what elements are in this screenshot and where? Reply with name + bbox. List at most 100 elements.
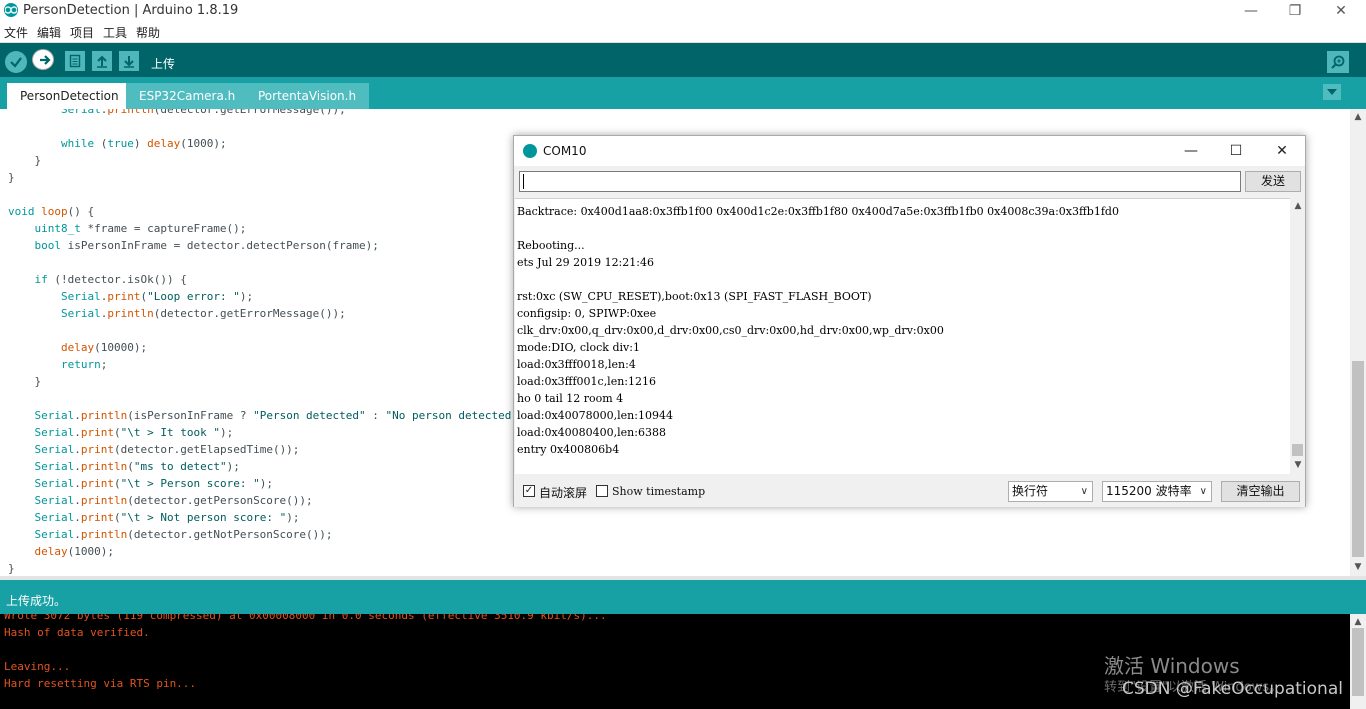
autoscroll-label: 自动滚屏 xyxy=(539,486,588,500)
code-line: delay(1000); xyxy=(34,545,114,558)
serial-output-line: load:0x3fff001c,len:1216 xyxy=(517,375,656,388)
menu-item-file[interactable]: 文件 xyxy=(4,24,28,41)
serial-input-field[interactable] xyxy=(519,171,1241,192)
arrow-down-icon xyxy=(124,56,134,68)
scroll-down-icon[interactable]: ▼ xyxy=(1353,562,1363,572)
menu-item-edit[interactable]: 编辑 xyxy=(37,24,61,41)
serial-output-line: rst:0xc (SW_CPU_RESET),boot:0x13 (SPI_FA… xyxy=(517,290,872,303)
editor-scrollbar[interactable]: ▲ ▼ xyxy=(1350,109,1366,576)
menu-item-sketch[interactable]: 项目 xyxy=(70,24,94,41)
status-bar: 上传成功。 xyxy=(0,580,1366,614)
code-line: Serial.print(detector.getElapsedTime()); xyxy=(34,443,300,456)
serial-monitor-title: COM10 xyxy=(543,144,587,158)
chevron-down-icon: ∨ xyxy=(1080,486,1088,497)
scroll-up-icon[interactable]: ▲ xyxy=(1293,201,1303,211)
serial-minimize-button[interactable]: — xyxy=(1181,141,1201,161)
code-line: Serial.println(detector.getPersonScore()… xyxy=(34,494,313,507)
menu-item-tools[interactable]: 工具 xyxy=(103,24,127,41)
console-line: Leaving... xyxy=(4,660,71,673)
chevron-down-icon: ∨ xyxy=(1199,486,1207,497)
new-button[interactable] xyxy=(65,51,85,71)
serial-output-line: clk_drv:0x00,q_drv:0x00,d_drv:0x00,cs0_d… xyxy=(517,324,944,337)
toolbar: 上传 xyxy=(0,42,1366,77)
code-line: uint8_t *frame = captureFrame(); xyxy=(34,222,247,235)
check-icon xyxy=(10,57,22,68)
scroll-up-icon[interactable]: ▲ xyxy=(1353,112,1363,122)
code-line: Serial.print("Loop error: "); xyxy=(60,290,254,303)
arrow-right-icon xyxy=(39,54,51,65)
code-line: Serial.print("\t > Not person score: "); xyxy=(34,511,300,524)
window-title: PersonDetection | Arduino 1.8.19 xyxy=(23,3,239,18)
code-line: } xyxy=(8,154,42,167)
code-line: } xyxy=(8,375,42,388)
text-caret xyxy=(523,174,524,189)
code-line: delay(10000); xyxy=(60,341,148,354)
tab-bar: PersonDetection ESP32Camera.h PortentaVi… xyxy=(0,77,1366,109)
serial-scroll-thumb[interactable] xyxy=(1292,444,1303,456)
upload-button[interactable] xyxy=(32,49,54,70)
chevron-down-icon xyxy=(1327,89,1337,95)
minimize-button[interactable]: — xyxy=(1228,0,1274,22)
tab-portentavision[interactable]: PortentaVision.h xyxy=(245,83,370,109)
activate-windows-watermark: 激活 Windows xyxy=(1104,654,1240,678)
console-line: Hard resetting via RTS pin... xyxy=(4,677,197,690)
console-output: Wrote 3072 bytes (119 compressed) at 0x0… xyxy=(0,614,1366,709)
save-button[interactable] xyxy=(119,51,139,71)
console-scrollbar[interactable]: ▲ xyxy=(1350,614,1366,709)
menu-item-help[interactable]: 帮助 xyxy=(136,24,160,41)
arduino-logo-icon xyxy=(523,144,537,158)
serial-monitor-button[interactable] xyxy=(1327,51,1349,73)
baud-rate-select[interactable]: 115200 波特率 ∨ xyxy=(1102,481,1212,502)
verify-button[interactable] xyxy=(5,51,27,73)
timestamp-label: Show timestamp xyxy=(612,485,706,498)
tab-menu-button[interactable] xyxy=(1323,84,1341,100)
code-line: Serial.println(detector.getNotPersonScor… xyxy=(34,528,333,541)
serial-monitor-title-bar: COM10 — ☐ ✕ xyxy=(514,136,1305,166)
scroll-up-icon[interactable]: ▲ xyxy=(1353,617,1363,627)
open-button[interactable] xyxy=(92,51,112,71)
autoscroll-checkbox[interactable]: ✓ xyxy=(523,485,535,497)
tab-esp32camera[interactable]: ESP32Camera.h xyxy=(126,83,249,109)
menu-bar: 文件 编辑 项目 工具 帮助 xyxy=(0,22,1366,42)
close-button[interactable]: ✕ xyxy=(1318,0,1364,22)
serial-options-bar: ✓ 自动滚屏 Show timestamp 换行符 ∨ 115200 波特率 ∨… xyxy=(514,475,1305,507)
console-scroll-thumb[interactable] xyxy=(1352,628,1364,696)
scroll-down-icon[interactable]: ▼ xyxy=(1293,460,1303,470)
restore-button[interactable]: ❐ xyxy=(1272,0,1318,22)
serial-output-line: configsip: 0, SPIWP:0xee xyxy=(517,307,657,320)
timestamp-checkbox[interactable] xyxy=(596,485,608,497)
code-line: bool isPersonInFrame = detector.detectPe… xyxy=(34,239,379,252)
serial-output-line: mode:DIO, clock div:1 xyxy=(517,341,640,354)
code-line: Serial.println("ms to detect"); xyxy=(34,460,240,473)
serial-output-line: Backtrace: 0x400d1aa8:0x3ffb1f00 0x400d1… xyxy=(517,205,1119,218)
serial-output-line: Rebooting... xyxy=(517,239,585,252)
code-line: } xyxy=(8,171,15,184)
serial-monitor-window: COM10 — ☐ ✕ 发送 Backtrace: 0x400d1aa8:0x3… xyxy=(513,135,1306,507)
line-ending-value: 换行符 xyxy=(1012,484,1049,498)
serial-output[interactable]: Backtrace: 0x400d1aa8:0x3ffb1f00 0x400d1… xyxy=(515,198,1290,474)
new-file-icon xyxy=(69,54,81,68)
code-line: return; xyxy=(60,358,108,371)
code-line: void loop() { xyxy=(8,205,95,218)
code-line: Serial.println(detector.getErrorMessage(… xyxy=(60,109,346,116)
line-ending-select[interactable]: 换行符 ∨ xyxy=(1008,481,1093,502)
console-line: Hash of data verified. xyxy=(4,626,150,639)
serial-close-button[interactable]: ✕ xyxy=(1272,141,1292,161)
serial-output-line: load:0x40078000,len:10944 xyxy=(517,409,673,422)
tab-persondetection[interactable]: PersonDetection xyxy=(7,83,132,109)
editor-scroll-thumb[interactable] xyxy=(1352,361,1364,557)
serial-maximize-button[interactable]: ☐ xyxy=(1226,141,1246,161)
serial-output-scrollbar[interactable]: ▲ ▼ xyxy=(1290,198,1305,474)
code-line: while (true) delay(1000); xyxy=(60,137,227,150)
clear-output-button[interactable]: 清空输出 xyxy=(1221,481,1300,502)
arrow-up-icon xyxy=(97,55,107,68)
code-line: Serial.println(detector.getErrorMessage(… xyxy=(60,307,346,320)
toolbar-hint-label: 上传 xyxy=(151,57,176,71)
serial-output-line: load:0x3fff0018,len:4 xyxy=(517,358,636,371)
serial-output-line: ho 0 tail 12 room 4 xyxy=(517,392,624,405)
send-button[interactable]: 发送 xyxy=(1245,171,1301,192)
serial-output-line: entry 0x400806b4 xyxy=(517,443,620,456)
code-line: Serial.println(isPersonInFrame ? "Person… xyxy=(34,409,532,422)
magnifier-icon xyxy=(1331,55,1345,69)
title-bar: PersonDetection | Arduino 1.8.19 — ❐ ✕ xyxy=(0,0,1366,22)
